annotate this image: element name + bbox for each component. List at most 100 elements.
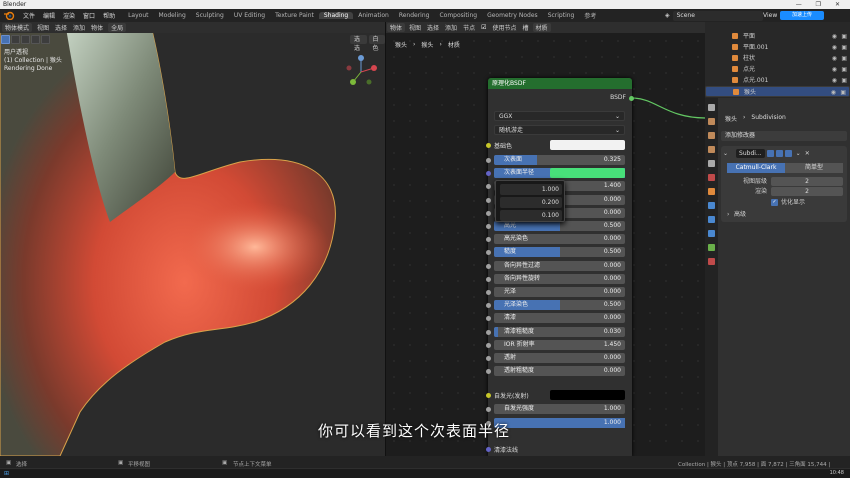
viewport-menu-view[interactable]: 视图 (34, 23, 52, 32)
view-layer-selector[interactable]: View (763, 9, 777, 22)
outliner-item[interactable]: 平面.001 ◉ ▣ (705, 42, 850, 53)
tab-scripting[interactable]: Scripting (543, 12, 580, 19)
viewport-toggle-icon[interactable] (775, 150, 783, 157)
radius-y-field[interactable]: 0.200 (500, 197, 562, 208)
input-socket[interactable] (486, 158, 491, 163)
eye-icon[interactable]: ◉ (832, 75, 837, 86)
subsurface-color-swatch[interactable] (550, 168, 625, 179)
radius-x-field[interactable]: 1.000 (500, 184, 562, 195)
chevron-down-icon[interactable]: ⌄ (723, 150, 728, 157)
modifier-tab-icon[interactable] (708, 202, 715, 209)
base-color-socket[interactable] (486, 143, 491, 148)
alpha-field[interactable]: 1.000 (494, 418, 625, 428)
clearcoat-normal-socket[interactable] (486, 447, 491, 452)
render-toggle-icon[interactable] (784, 150, 792, 157)
bsdf-output-socket[interactable] (629, 96, 634, 101)
node-value-field[interactable]: 次表面 0.325 (494, 155, 625, 165)
transform-orientation-dropdown[interactable]: 全局 (108, 23, 127, 32)
input-socket[interactable] (486, 210, 491, 216)
view-layer-tab-icon[interactable] (708, 146, 715, 153)
node-value-field[interactable]: 光泽染色 0.500 (494, 300, 625, 311)
tab-shading[interactable]: Shading (318, 12, 354, 19)
input-socket[interactable] (486, 356, 491, 361)
tab-layout[interactable]: Layout (123, 12, 153, 19)
tab-animation[interactable]: Animation (353, 12, 394, 19)
outliner-item[interactable]: 柱状 ◉ ▣ (705, 53, 850, 64)
view-layer-name[interactable]: View (763, 12, 777, 19)
outliner-item[interactable]: 平面 ◉ ▣ (705, 31, 850, 42)
outliner-item-selected[interactable]: 猴头 ◉ ▣ (705, 86, 850, 97)
radius-z-field[interactable]: 0.100 (500, 210, 562, 221)
input-socket[interactable] (486, 171, 491, 177)
eye-icon[interactable]: ◉ (831, 87, 836, 98)
menu-edit[interactable]: 编辑 (39, 11, 59, 20)
select-extend-icon[interactable] (21, 34, 30, 44)
emission-socket[interactable] (486, 393, 491, 398)
camera-icon[interactable]: ▣ (841, 53, 847, 64)
particles-tab-icon[interactable] (708, 216, 715, 223)
viewport-menu-add[interactable]: 添加 (70, 23, 88, 32)
emission-strength-field[interactable]: 自发光强度 1.000 (494, 404, 625, 414)
subsurface-method-select[interactable]: 随机游走 ⌄ (494, 125, 625, 135)
node-value-field[interactable]: 清漆粗糙度 0.030 (494, 326, 625, 337)
node-value-field[interactable]: 清漆 0.000 (494, 313, 625, 324)
tab-rendering[interactable]: Rendering (394, 12, 435, 19)
render-tab-icon[interactable] (708, 118, 715, 125)
dropdown-icon[interactable]: ⌄ (796, 150, 801, 157)
input-socket[interactable] (486, 329, 491, 335)
upload-badge[interactable]: 加速上传 (780, 11, 824, 20)
slot-dropdown[interactable]: 选选 (350, 35, 367, 52)
world-tab-icon[interactable] (708, 174, 715, 181)
eye-icon[interactable]: ◉ (832, 31, 837, 42)
output-tab-icon[interactable] (708, 132, 715, 139)
node-value-field[interactable]: 各向异性旋转 0.000 (494, 273, 625, 284)
input-socket[interactable] (486, 250, 491, 256)
node-value-field[interactable]: 高光 0.500 (494, 221, 625, 231)
input-socket[interactable] (486, 184, 491, 190)
window-controls[interactable]: — ❐ ✕ (796, 0, 846, 9)
base-color-swatch[interactable] (550, 140, 625, 150)
viewport-menu-select[interactable]: 选择 (52, 23, 70, 32)
outliner-item[interactable]: 点光.001 ◉ ▣ (705, 75, 850, 86)
properties-editor[interactable]: 猴头 › Subdivision 添加修改器 ⌄ Subdi... ⌄ ✕ Ca… (705, 98, 850, 456)
input-socket[interactable] (486, 369, 491, 375)
windows-start-icon[interactable]: ⊞ (4, 470, 9, 477)
node-value-field[interactable]: 透射粗糙度 0.000 (494, 366, 625, 377)
emission-color-swatch[interactable] (550, 390, 625, 400)
node-value-field[interactable]: IOR 折射率 1.450 (494, 339, 625, 350)
outliner-item[interactable]: 点光 ◉ ▣ (705, 64, 850, 75)
menu-render[interactable]: 渲染 (59, 11, 79, 20)
input-socket[interactable] (486, 197, 491, 203)
tab-reference[interactable]: 参考 (579, 11, 601, 20)
scene-selector[interactable]: ◈ Scene (665, 9, 763, 22)
input-socket[interactable] (486, 237, 491, 243)
tab-sculpting[interactable]: Sculpting (191, 12, 229, 19)
optimal-display-checkbox[interactable]: ✓ (771, 199, 778, 206)
shader-node-editor[interactable]: 物体 视图 选择 添加 节点 ☑ 使用节点 槽 材质 猴头 › 猴头 › 材质 … (385, 22, 705, 456)
select-invert-icon[interactable] (41, 34, 50, 44)
emission-strength-socket[interactable] (486, 407, 491, 412)
node-title[interactable]: 原理化BSDF (488, 78, 632, 89)
menu-file[interactable]: 文件 (19, 11, 39, 20)
mode-dropdown[interactable]: 物体模式 (2, 23, 33, 32)
input-socket[interactable] (486, 316, 491, 322)
add-modifier-button[interactable]: 添加修改器 (721, 131, 847, 141)
menu-help[interactable]: 帮助 (99, 11, 119, 20)
object-tab-icon[interactable] (708, 188, 715, 195)
scene-tab-icon[interactable] (708, 160, 715, 167)
world-dropdown[interactable]: 白色 (368, 35, 385, 52)
eye-icon[interactable]: ◉ (832, 53, 837, 64)
tab-geometry-nodes[interactable]: Geometry Nodes (482, 12, 543, 19)
tab-texture-paint[interactable]: Texture Paint (270, 12, 319, 19)
viewport-menu-object[interactable]: 物体 (88, 23, 106, 32)
select-tool-icon[interactable] (1, 34, 10, 44)
blender-logo-icon[interactable] (3, 11, 15, 20)
input-socket[interactable] (486, 263, 491, 269)
select-subtract-icon[interactable] (31, 34, 40, 44)
material-tab-icon[interactable] (708, 258, 715, 265)
input-socket[interactable] (486, 290, 491, 295)
levels-viewport-field[interactable]: 2 (771, 177, 843, 186)
navigation-gizmo-icon[interactable] (343, 54, 379, 90)
tab-compositing[interactable]: Compositing (434, 12, 482, 19)
data-tab-icon[interactable] (708, 244, 715, 251)
